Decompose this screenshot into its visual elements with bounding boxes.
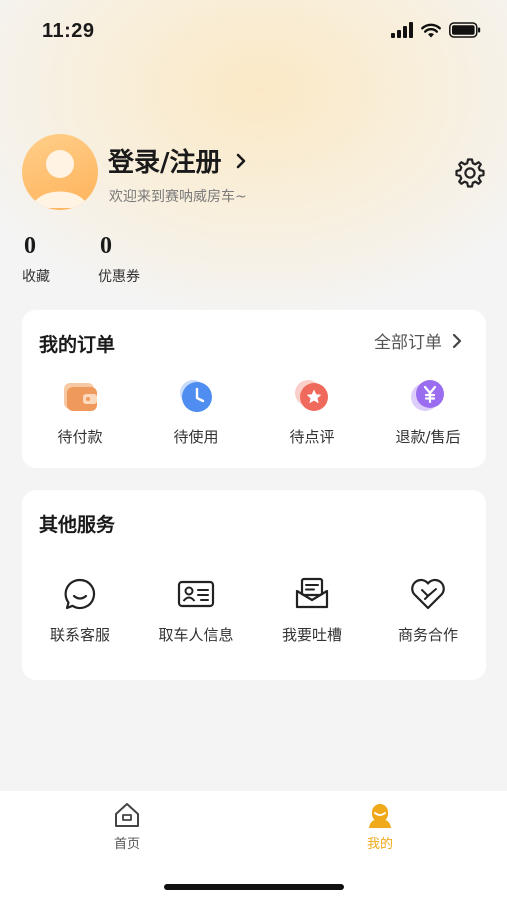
service-customer-support-label: 联系客服 — [49, 626, 110, 644]
status-icons — [391, 22, 481, 38]
gear-icon — [455, 158, 485, 188]
wallet-icon — [64, 383, 97, 411]
star-comment-icon — [295, 380, 328, 411]
order-pending-payment[interactable]: 待付款 — [22, 376, 138, 447]
cellular-signal-icon — [391, 22, 413, 38]
chevron-right-icon — [452, 333, 462, 348]
order-to-use-label: 待使用 — [173, 428, 219, 446]
stat-coupons[interactable]: 0 优惠券 — [98, 232, 140, 286]
all-orders-link[interactable]: 全部订单 — [374, 328, 464, 353]
profile-header[interactable]: 登录/注册 欢迎来到赛呐威房车~ — [22, 134, 492, 218]
service-feedback[interactable]: 我要吐槽 — [254, 574, 370, 645]
status-time: 11:29 — [42, 20, 95, 42]
service-business-cooperation[interactable]: 商务合作 — [370, 574, 486, 645]
all-orders-label: 全部订单 — [374, 333, 442, 353]
yen-refund-icon — [411, 380, 444, 411]
home-indicator — [164, 884, 344, 890]
favorites-count: 0 — [24, 233, 36, 259]
tab-home-label: 首页 — [113, 837, 140, 852]
welcome-text: 欢迎来到赛呐威房车~ — [109, 189, 247, 205]
tab-mine-label: 我的 — [366, 837, 393, 852]
chevron-right-icon — [236, 153, 245, 168]
avatar[interactable] — [22, 134, 98, 210]
service-driver-info-label: 取车人信息 — [158, 626, 234, 644]
service-business-cooperation-label: 商务合作 — [397, 626, 458, 644]
home-icon — [115, 803, 139, 827]
clock-icon — [180, 380, 212, 412]
id-card-icon — [177, 580, 215, 608]
default-avatar-icon — [32, 150, 88, 208]
services-card: 其他服务 联系客服 取车人信息 我要吐槽 商务合作 — [22, 490, 486, 680]
service-driver-info[interactable]: 取车人信息 — [138, 574, 254, 645]
settings-button[interactable] — [452, 156, 486, 190]
order-pending-payment-label: 待付款 — [57, 428, 103, 446]
services-grid: 联系客服 取车人信息 我要吐槽 商务合作 — [22, 574, 486, 645]
coupons-count: 0 — [100, 233, 112, 259]
battery-icon — [449, 22, 481, 38]
mail-open-icon — [295, 577, 329, 609]
orders-grid: 待付款 待使用 待点评 退款/售后 — [22, 376, 486, 447]
orders-title: 我的订单 — [39, 334, 116, 356]
login-title-text: 登录/注册 — [108, 148, 222, 178]
login-register-link[interactable]: 登录/注册 — [108, 142, 252, 179]
person-icon — [369, 804, 391, 828]
service-feedback-label: 我要吐槽 — [281, 626, 342, 644]
favorites-label: 收藏 — [22, 269, 50, 285]
stats-row: 0 收藏 0 优惠券 — [22, 232, 140, 286]
services-title: 其他服务 — [39, 514, 116, 536]
tab-home[interactable]: 首页 — [97, 801, 157, 852]
order-to-review-label: 待点评 — [289, 428, 335, 446]
order-to-use[interactable]: 待使用 — [138, 376, 254, 447]
order-refund-aftersale[interactable]: 退款/售后 — [370, 376, 486, 447]
stat-favorites[interactable]: 0 收藏 — [22, 232, 50, 286]
handshake-heart-icon — [411, 578, 445, 610]
wifi-icon — [421, 23, 441, 38]
chat-smile-icon — [64, 578, 96, 610]
order-to-review[interactable]: 待点评 — [254, 376, 370, 447]
tab-mine[interactable]: 我的 — [350, 801, 410, 852]
service-customer-support[interactable]: 联系客服 — [22, 574, 138, 645]
order-refund-aftersale-label: 退款/售后 — [395, 428, 461, 446]
coupons-label: 优惠券 — [98, 269, 140, 285]
status-bar: 11:29 — [0, 0, 507, 64]
orders-card: 我的订单 全部订单 待付款 待使用 待点评 退款/售后 — [22, 310, 486, 468]
